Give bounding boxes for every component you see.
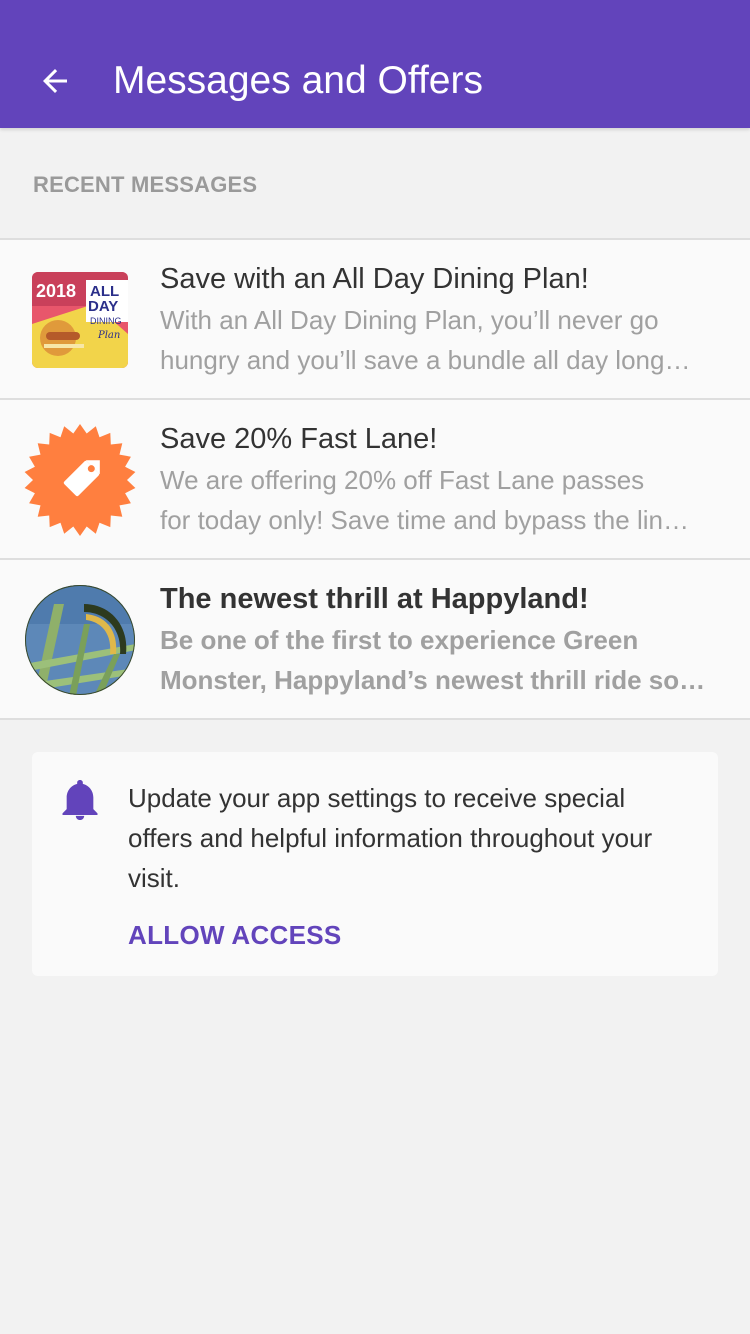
message-title: Save with an All Day Dining Plan!: [160, 263, 589, 295]
thumb-dining: DINING: [90, 316, 122, 326]
thumb-plan: Plan: [97, 330, 120, 341]
section-header: RECENT MESSAGES: [33, 172, 258, 197]
message-preview-line: With an All Day Dining Plan, you’ll neve…: [160, 305, 659, 335]
app-bar: Messages and Offers: [0, 0, 750, 128]
notice-text: Update your app settings to receive spec…: [128, 783, 653, 893]
message-title: Save 20% Fast Lane!: [160, 423, 438, 455]
message-preview-line: for today only! Save time and bypass the…: [160, 505, 689, 535]
message-item-happyland[interactable]: The newest thrill at Happyland! Be one o…: [0, 560, 750, 720]
message-item-dining-plan[interactable]: 2018 ALL DAY DINING Plan Save with an Al…: [0, 240, 750, 400]
price-tag-icon: [24, 424, 136, 536]
notification-settings-card: Update your app settings to receive spec…: [32, 752, 718, 976]
message-preview-line: We are offering 20% off Fast Lane passes: [160, 465, 645, 495]
roller-coaster-image: [24, 584, 136, 696]
message-preview: Be one of the first to experience Green …: [160, 620, 720, 700]
message-title: The newest thrill at Happyland!: [160, 583, 589, 615]
back-button[interactable]: [30, 56, 80, 106]
allow-access-button[interactable]: ALLOW ACCESS: [128, 918, 342, 952]
thumb-day: DAY: [88, 298, 118, 315]
message-preview-line: Monster, Happyland’s newest thrill ride …: [160, 665, 706, 695]
message-preview: We are offering 20% off Fast Lane passes…: [160, 460, 720, 540]
thumb-year: 2018: [36, 281, 76, 301]
message-preview-line: Be one of the first to experience Green: [160, 625, 639, 655]
bell-icon: [60, 778, 100, 822]
message-preview: With an All Day Dining Plan, you’ll neve…: [160, 300, 720, 380]
message-list: 2018 ALL DAY DINING Plan Save with an Al…: [0, 238, 750, 720]
message-preview-line: hungry and you’ll save a bundle all day …: [160, 345, 691, 375]
arrow-left-icon: [43, 69, 67, 93]
dining-plan-thumbnail: 2018 ALL DAY DINING Plan: [24, 264, 136, 376]
page-title: Messages and Offers: [113, 59, 483, 102]
message-item-fast-lane[interactable]: Save 20% Fast Lane! We are offering 20% …: [0, 400, 750, 560]
